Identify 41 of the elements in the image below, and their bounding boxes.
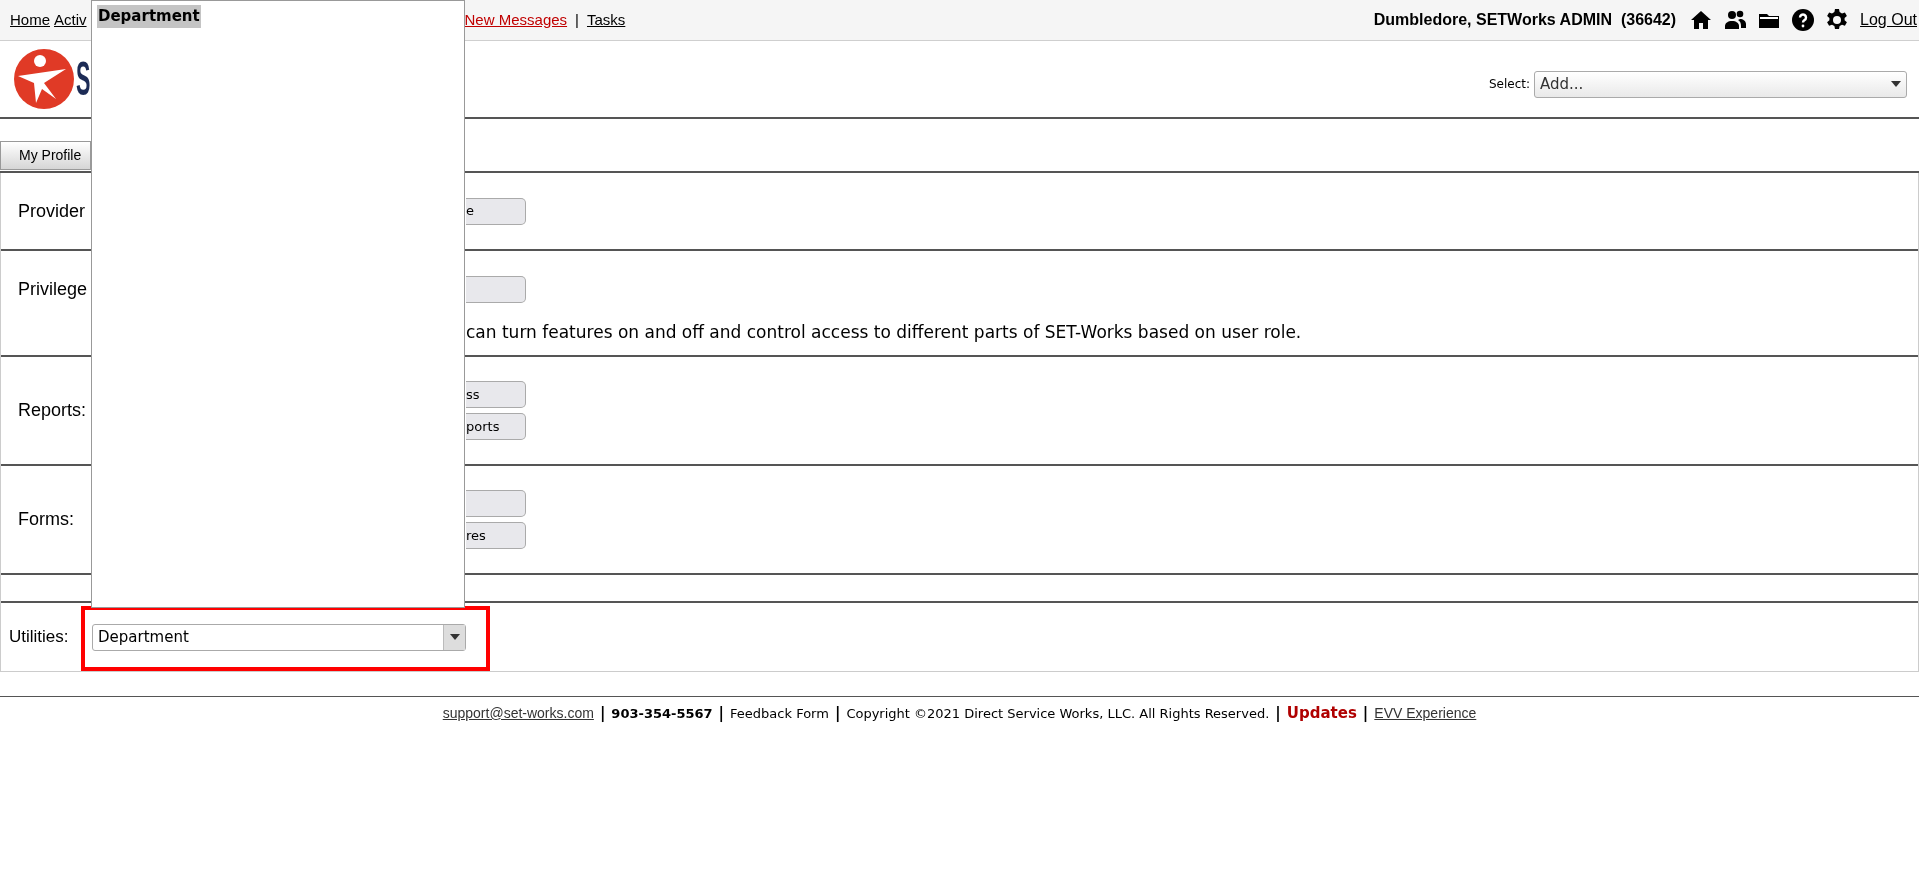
utilities-select[interactable]: Department bbox=[92, 623, 466, 651]
select-label: Select: bbox=[1488, 76, 1530, 93]
nav-link[interactable]: Tasks bbox=[587, 8, 626, 32]
footer-text: Copyright ©2021 Direct Service Works, LLC. All Rights Reserved. bbox=[846, 704, 1270, 723]
nav-link[interactable]: New Messages bbox=[464, 8, 568, 32]
settings-icon[interactable] bbox=[1825, 8, 1850, 32]
footer-text: Feedback Form bbox=[730, 704, 829, 723]
tab[interactable]: My Profile bbox=[0, 141, 91, 170]
separator: | bbox=[718, 703, 725, 724]
help-icon[interactable] bbox=[1791, 8, 1816, 32]
caret-icon bbox=[1891, 81, 1901, 87]
updates-link[interactable]: Updates bbox=[1286, 702, 1357, 725]
caret-icon bbox=[449, 634, 460, 640]
section-button[interactable]: ports bbox=[466, 413, 526, 440]
separator: | bbox=[834, 703, 841, 724]
section-label: Provider bbox=[17, 199, 87, 223]
add-select[interactable]: Add... bbox=[1534, 70, 1907, 98]
footer-link[interactable]: support@set-works.com bbox=[442, 702, 594, 724]
nav-link[interactable]: Activ bbox=[54, 8, 87, 32]
phone-number: 903-354-5567 bbox=[611, 704, 713, 723]
section-description: can turn features on and off and control access to different parts of SET-Works based on user role. bbox=[466, 321, 1302, 344]
user-name: Dumbledore, SETWorks ADMIN (36642) bbox=[1373, 10, 1677, 30]
section-label: Forms: bbox=[17, 508, 75, 531]
section-label: Utilities: bbox=[8, 626, 70, 649]
footer-link[interactable]: EVV Experience bbox=[1374, 702, 1477, 724]
separator: | bbox=[599, 703, 606, 724]
dropdown-button[interactable] bbox=[443, 624, 465, 650]
users-icon[interactable] bbox=[1723, 8, 1748, 32]
section-button[interactable]: e bbox=[466, 197, 526, 225]
separator: | bbox=[1275, 703, 1281, 724]
separator: | bbox=[1362, 703, 1369, 724]
logo-icon bbox=[14, 49, 74, 109]
section-button[interactable]: res bbox=[466, 522, 526, 549]
section-label: Privilege bbox=[17, 278, 89, 301]
section-button[interactable]: ss bbox=[466, 381, 526, 408]
separator: | bbox=[575, 9, 579, 30]
nav-link[interactable]: Home bbox=[10, 8, 50, 32]
logout-link[interactable]: Log Out bbox=[1860, 8, 1917, 32]
dropdown-option[interactable]: Department bbox=[97, 5, 201, 28]
logo-text: S bbox=[76, 51, 91, 107]
section-label: Reports: bbox=[17, 399, 88, 422]
